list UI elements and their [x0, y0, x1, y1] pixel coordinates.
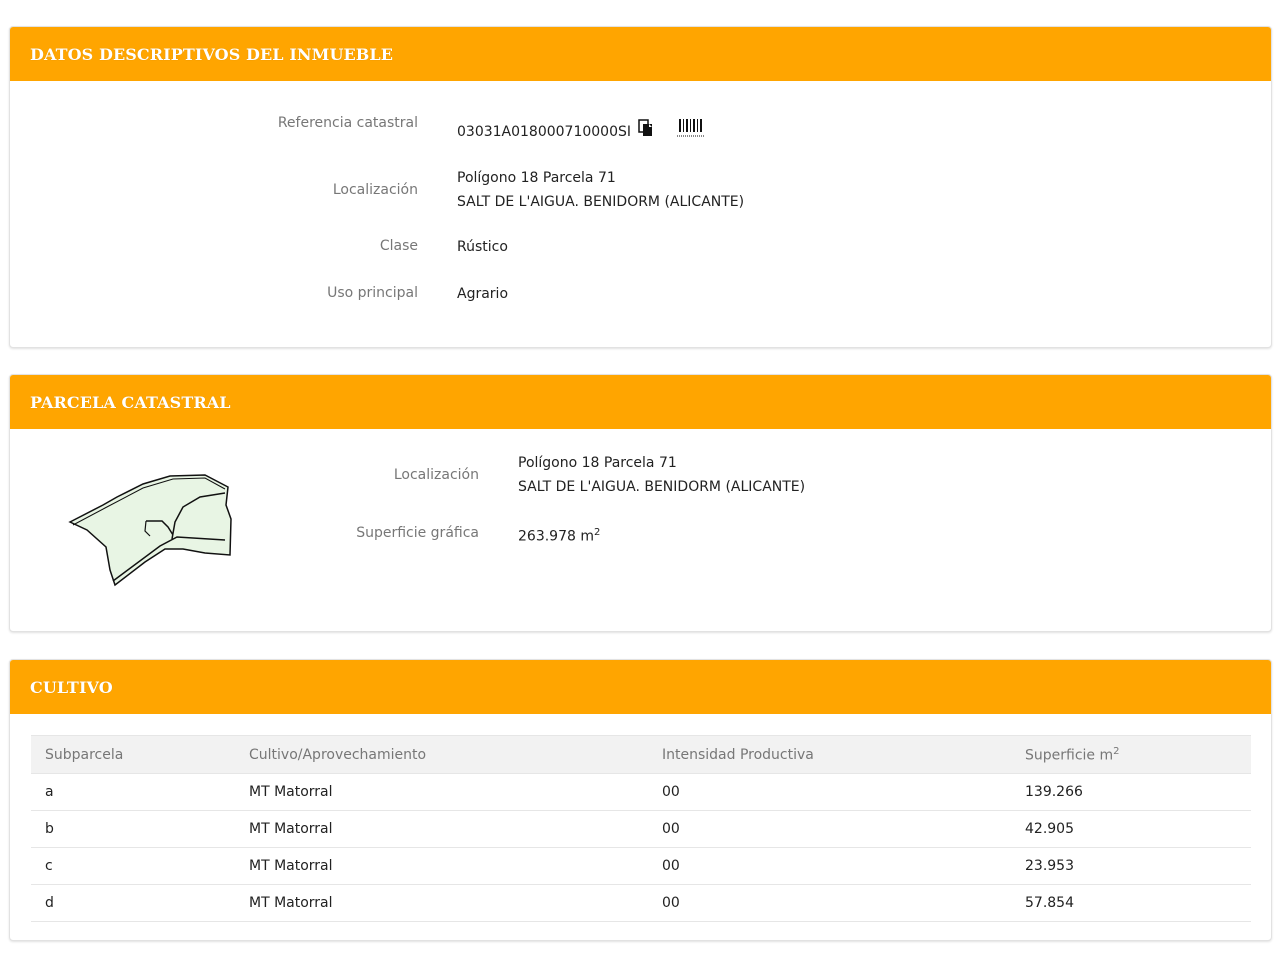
header-intensidad: Intensidad Productiva: [648, 735, 1011, 774]
cell-intensidad: 00: [648, 847, 1011, 885]
superficie-value: 263.978 m: [518, 528, 594, 545]
table-row: b MT Matorral 00 42.905: [31, 810, 1251, 848]
table-row: a MT Matorral 00 139.266: [31, 773, 1251, 811]
header-subparcela: Subparcela: [31, 735, 235, 774]
cell-subparcela: c: [31, 847, 235, 885]
panel-parcela-catastral: PARCELA CATASTRAL Localización Polígono …: [9, 374, 1272, 632]
header-cultivo: Cultivo/Aprovechamiento: [235, 735, 648, 774]
panel-header: DATOS DESCRIPTIVOS DEL INMUEBLE: [10, 27, 1271, 81]
panel-title: PARCELA CATASTRAL: [30, 392, 231, 412]
cell-cultivo: MT Matorral: [235, 884, 648, 922]
localizacion-line2: SALT DE L'AIGUA. BENIDORM (ALICANTE): [457, 194, 745, 210]
barcode-icon[interactable]: [676, 117, 706, 147]
panel-title: CULTIVO: [30, 677, 113, 697]
cell-superficie: 42.905: [1011, 810, 1251, 848]
cultivo-table: Subparcela Cultivo/Aprovechamiento Inten…: [31, 735, 1251, 922]
table-row: d MT Matorral 00 57.854: [31, 884, 1251, 922]
panel-title: DATOS DESCRIPTIVOS DEL INMUEBLE: [30, 44, 394, 64]
parcela-localizacion-value: Polígono 18 Parcela 71 SALT DE L'AIGUA. …: [518, 451, 805, 499]
table-row: c MT Matorral 00 23.953: [31, 847, 1251, 885]
cell-intensidad: 00: [648, 884, 1011, 922]
cell-intensidad: 00: [648, 810, 1011, 848]
superficie-value-row: 263.978 m2: [518, 521, 600, 549]
copy-icon[interactable]: [637, 118, 655, 146]
referencia-value: 03031A018000710000SI: [457, 124, 632, 140]
parcel-map[interactable]: [65, 467, 245, 587]
cell-intensidad: 00: [648, 773, 1011, 811]
table-header-row: Subparcela Cultivo/Aprovechamiento Inten…: [31, 735, 1251, 774]
panel-header: CULTIVO: [10, 660, 1271, 714]
parcel-shape: [68, 474, 232, 587]
cell-cultivo: MT Matorral: [235, 847, 648, 885]
cell-superficie: 57.854: [1011, 884, 1251, 922]
panel-datos-descriptivos: DATOS DESCRIPTIVOS DEL INMUEBLE Referenc…: [9, 26, 1272, 348]
referencia-value-row: 03031A018000710000SI: [457, 117, 706, 147]
cell-subparcela: a: [31, 773, 235, 811]
clase-value: Rústico: [457, 239, 508, 255]
cell-subparcela: d: [31, 884, 235, 922]
header-superficie-label: Superficie m: [1025, 747, 1114, 764]
cell-superficie: 139.266: [1011, 773, 1251, 811]
localizacion-value: Polígono 18 Parcela 71 SALT DE L'AIGUA. …: [457, 166, 744, 214]
parcela-localizacion-line2: SALT DE L'AIGUA. BENIDORM (ALICANTE): [518, 479, 806, 495]
header-superficie: Superficie m2: [1011, 735, 1251, 774]
uso-label: Uso principal: [327, 285, 418, 301]
clase-label: Clase: [379, 238, 418, 254]
parcela-localizacion-line1: Polígono 18 Parcela 71: [518, 455, 677, 471]
cell-superficie: 23.953: [1011, 847, 1251, 885]
localizacion-label: Localización: [332, 182, 418, 198]
header-superficie-exponent: 2: [1113, 745, 1120, 757]
superficie-label: Superficie gráfica: [356, 525, 479, 541]
cell-subparcela: b: [31, 810, 235, 848]
cell-cultivo: MT Matorral: [235, 773, 648, 811]
referencia-label: Referencia catastral: [277, 115, 418, 131]
uso-value: Agrario: [457, 286, 509, 302]
cell-cultivo: MT Matorral: [235, 810, 648, 848]
panel-header: PARCELA CATASTRAL: [10, 375, 1271, 429]
localizacion-line1: Polígono 18 Parcela 71: [457, 170, 616, 186]
superficie-exponent: 2: [593, 527, 601, 538]
parcela-localizacion-label: Localización: [393, 467, 479, 483]
panel-cultivo: CULTIVO Subparcela Cultivo/Aprovechamien…: [9, 659, 1272, 941]
cultivo-table-wrapper: Subparcela Cultivo/Aprovechamiento Inten…: [31, 735, 1251, 922]
